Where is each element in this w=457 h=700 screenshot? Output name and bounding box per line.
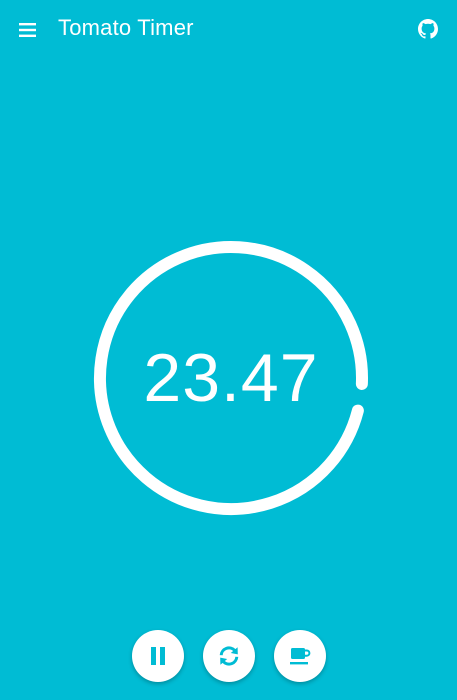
- pause-button[interactable]: [132, 630, 184, 682]
- coffee-cup-icon: [290, 648, 311, 665]
- menu-button[interactable]: [17, 19, 39, 41]
- github-icon: [418, 19, 438, 39]
- github-button[interactable]: [416, 17, 440, 41]
- app-title: Tomato Timer: [58, 15, 194, 40]
- timer-display: 23.47: [143, 340, 319, 416]
- app-bar: Tomato Timer: [0, 0, 457, 56]
- pause-icon: [151, 647, 165, 665]
- menu-icon: [19, 23, 36, 37]
- break-button[interactable]: [274, 630, 326, 682]
- refresh-icon: [219, 646, 239, 666]
- reset-button[interactable]: [203, 630, 255, 682]
